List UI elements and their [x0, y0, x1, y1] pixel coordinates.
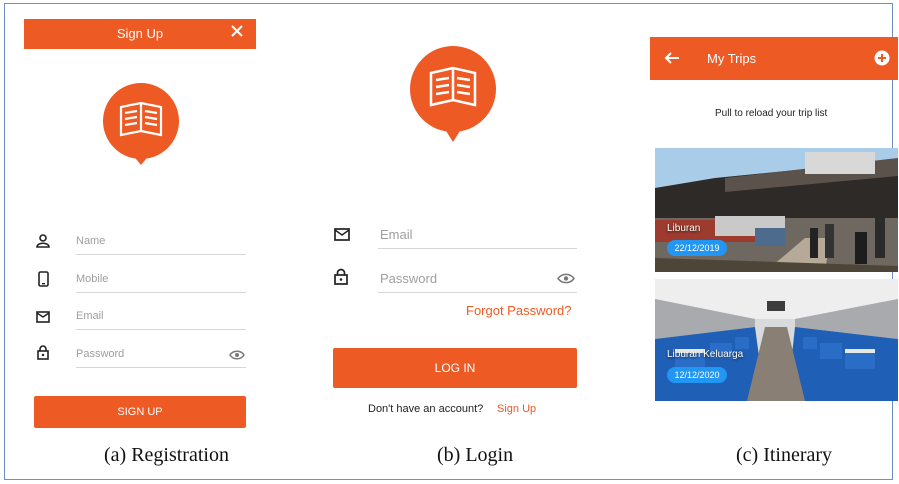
no-account-text: Don't have an account?: [368, 403, 484, 415]
phone-icon: [38, 271, 49, 292]
eye-icon[interactable]: [229, 347, 245, 365]
lock-icon: [334, 268, 348, 290]
trips-header-title: My Trips: [707, 51, 757, 66]
trip-date-badge: 12/12/2020: [667, 367, 727, 383]
trip-name: Liburan: [667, 223, 701, 234]
signup-header-title: Sign Up: [116, 26, 164, 41]
reload-hint: Pull to reload your trip list: [715, 108, 828, 119]
login-email-field[interactable]: Email: [380, 227, 413, 242]
close-icon[interactable]: [230, 24, 244, 43]
app-logo-icon: [408, 46, 498, 151]
signup-header: Sign Up: [24, 19, 256, 49]
login-password-underline: [378, 292, 577, 293]
back-arrow-icon[interactable]: [664, 51, 680, 70]
login-password-field[interactable]: Password: [380, 271, 437, 286]
name-field-underline: [76, 254, 246, 255]
password-field[interactable]: Password: [76, 348, 124, 360]
trips-header: My Trips: [650, 37, 898, 80]
caption-itinerary: (c) Itinerary: [736, 444, 833, 466]
password-field-underline: [76, 367, 246, 368]
trip-name: Liburan Keluarga: [667, 349, 744, 360]
trip-date-badge: 22/12/2019: [667, 240, 727, 256]
app-logo-icon: [101, 83, 181, 172]
eye-icon[interactable]: [557, 271, 575, 289]
mail-icon: [334, 228, 350, 246]
mobile-field[interactable]: Mobile: [76, 273, 108, 285]
name-field[interactable]: Name: [76, 235, 105, 247]
person-icon: [36, 234, 50, 253]
trip-card[interactable]: Liburan 22/12/2019: [655, 148, 898, 272]
caption-login: (b) Login: [437, 444, 514, 466]
trip-card[interactable]: Liburan Keluarga 12/12/2020: [655, 279, 898, 401]
mail-icon: [36, 310, 50, 328]
email-field-underline: [76, 329, 246, 330]
lock-icon: [37, 345, 49, 365]
login-email-underline: [378, 248, 577, 249]
add-trip-icon[interactable]: [874, 50, 890, 71]
forgot-password-link[interactable]: Forgot Password?: [466, 303, 572, 318]
email-field[interactable]: Email: [76, 310, 104, 322]
login-button[interactable]: LOG IN: [333, 348, 577, 388]
caption-registration: (a) Registration: [104, 444, 229, 466]
mobile-field-underline: [76, 292, 246, 293]
signup-button[interactable]: SIGN UP: [34, 396, 246, 428]
signup-link[interactable]: Sign Up: [497, 403, 536, 415]
